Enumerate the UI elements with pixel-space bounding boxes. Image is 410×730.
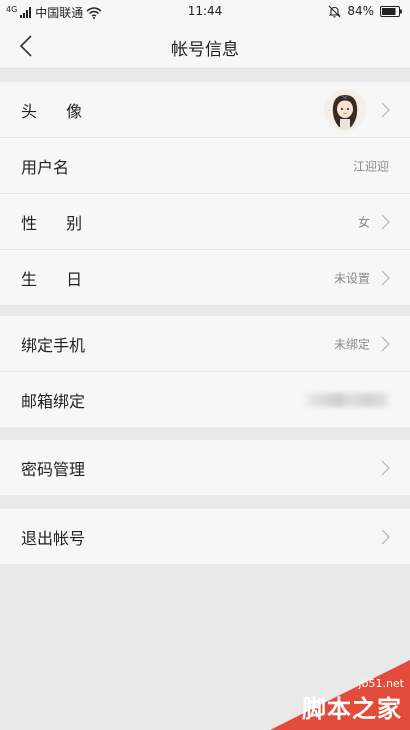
chevron-right-icon xyxy=(381,529,390,544)
avatar-row[interactable]: 头 像 ~ ~ xyxy=(0,82,410,138)
logout-group: 退出帐号 xyxy=(0,509,410,564)
gender-value: 女 xyxy=(357,215,370,229)
logout-row[interactable]: 退出帐号 xyxy=(0,509,410,564)
mute-bell-icon xyxy=(328,5,341,17)
birthday-value: 未设置 xyxy=(333,271,370,285)
chevron-right-icon xyxy=(381,270,390,285)
chevron-right-icon xyxy=(381,336,390,351)
page-title: 帐号信息 xyxy=(171,40,239,60)
avatar-label: 头 像 xyxy=(21,101,95,121)
logout-label: 退出帐号 xyxy=(21,528,86,548)
chevron-right-icon xyxy=(381,102,390,117)
username-label: 用户名 xyxy=(21,157,70,177)
password-group: 密码管理 xyxy=(0,440,410,495)
password-management-row[interactable]: 密码管理 xyxy=(0,440,410,495)
birthday-label: 生 日 xyxy=(21,269,95,289)
birthday-row[interactable]: 生 日 未设置 xyxy=(0,250,410,305)
username-row: 用户名 江迎迎 xyxy=(0,138,410,194)
status-right: 84% xyxy=(328,4,402,18)
navigation-bar: 帐号信息 xyxy=(0,24,410,69)
svg-text:~ ~: ~ ~ xyxy=(328,108,334,112)
username-value: 江迎迎 xyxy=(352,159,389,173)
status-bar: 4G 中国联通 11:44 84% xyxy=(0,0,410,24)
blurred-email-value xyxy=(305,392,389,407)
chevron-right-icon xyxy=(381,214,390,229)
phone-binding-label: 绑定手机 xyxy=(21,335,86,355)
battery-percent: 84% xyxy=(347,4,374,18)
chevron-right-icon xyxy=(381,460,390,475)
gender-row[interactable]: 性 别 女 xyxy=(0,194,410,250)
phone-binding-value: 未绑定 xyxy=(333,337,370,351)
password-management-label: 密码管理 xyxy=(21,459,86,479)
avatar-image: ~ ~ xyxy=(324,88,366,131)
binding-group: 绑定手机 未绑定 邮箱绑定 xyxy=(0,316,410,427)
avatar: ~ ~ xyxy=(324,88,366,131)
watermark-name: 脚本之家 xyxy=(302,695,402,723)
gender-label: 性 别 xyxy=(21,213,95,233)
email-binding-row[interactable]: 邮箱绑定 xyxy=(0,372,410,427)
profile-group: 头 像 ~ ~ 用户名 江迎迎 性 别 女 生 日 未设置 xyxy=(0,82,410,305)
phone-binding-row[interactable]: 绑定手机 未绑定 xyxy=(0,316,410,372)
site-watermark: jb51.net 脚本之家 xyxy=(270,660,410,730)
battery-icon xyxy=(380,5,402,17)
email-binding-label: 邮箱绑定 xyxy=(21,391,86,411)
